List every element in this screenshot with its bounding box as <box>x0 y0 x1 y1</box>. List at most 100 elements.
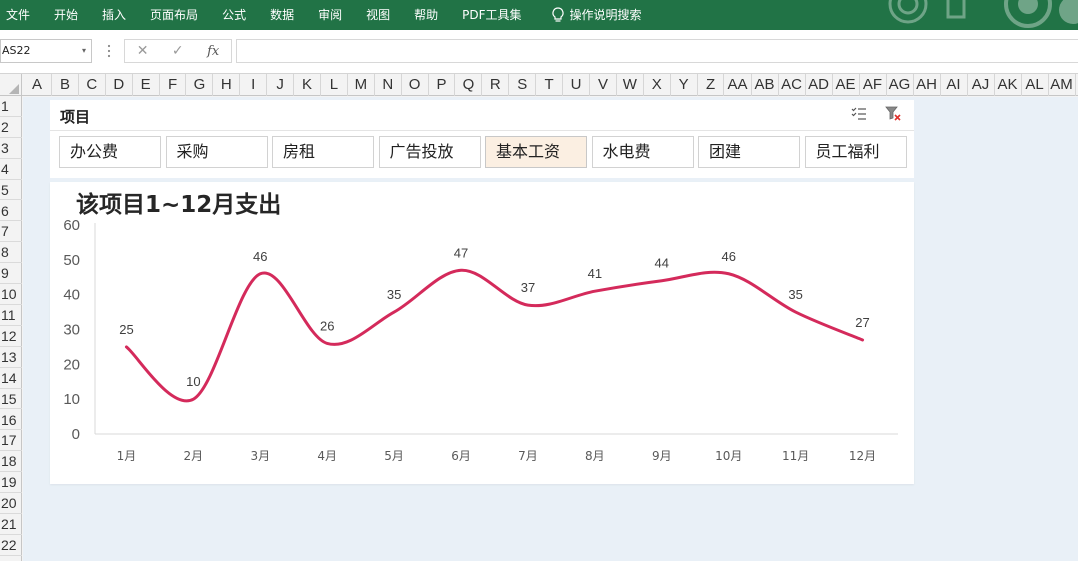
drag-handle-icon[interactable] <box>106 42 112 60</box>
row-header[interactable]: 11 <box>0 305 22 326</box>
column-header[interactable]: T <box>536 74 564 96</box>
select-all-button[interactable] <box>0 74 22 96</box>
data-label: 46 <box>253 249 267 264</box>
ribbon-tab[interactable]: 审阅 <box>306 0 354 30</box>
slicer-item[interactable]: 房租 <box>272 136 374 168</box>
ribbon-tab[interactable]: 文件 <box>0 0 42 30</box>
row-header[interactable]: 17 <box>0 430 22 452</box>
column-header[interactable]: H <box>213 74 241 96</box>
row-header[interactable]: 6 <box>0 201 22 222</box>
line-chart[interactable]: 该项目1~12月支出 0 10 20 30 40 50 60 1月 2月 3月 4月 5月 6月 7月 8月… <box>50 182 914 484</box>
data-label: 26 <box>320 318 334 333</box>
column-header[interactable]: Y <box>671 74 698 96</box>
column-header[interactable]: E <box>133 74 160 96</box>
column-header[interactable]: AF <box>860 74 887 96</box>
row-header[interactable]: 18 <box>0 451 22 473</box>
column-header[interactable]: AE <box>833 74 860 96</box>
slicer-item[interactable]: 水电费 <box>591 136 694 168</box>
tell-me-search[interactable]: 操作说明搜索 <box>540 0 654 30</box>
column-header[interactable]: AH <box>914 74 941 96</box>
column-header[interactable]: O <box>402 74 429 96</box>
column-header[interactable]: B <box>52 74 79 96</box>
x-tick-label: 12月 <box>849 449 876 463</box>
x-tick-label: 8月 <box>585 449 605 463</box>
column-header[interactable]: M <box>348 74 375 96</box>
column-header[interactable]: F <box>160 74 187 96</box>
ribbon-tab[interactable]: PDF工具集 <box>450 0 533 30</box>
column-header[interactable]: AI <box>941 74 968 96</box>
row-header[interactable]: 10 <box>0 284 22 305</box>
formula-input[interactable] <box>236 39 1078 63</box>
row-header[interactable]: 1 <box>0 96 22 117</box>
column-header[interactable]: AC <box>779 74 806 96</box>
y-tick-label: 40 <box>63 287 80 304</box>
row-header[interactable]: 2 <box>0 117 22 138</box>
row-header[interactable]: 20 <box>0 493 22 514</box>
row-header[interactable]: 21 <box>0 514 22 535</box>
formula-buttons: ✕ ✓ fx <box>124 39 232 63</box>
ribbon-tab[interactable]: 帮助 <box>402 0 450 30</box>
slicer-panel[interactable]: 项目 办公费 采购 房租 广告投放 基本工资 水电费 团建 员工福利 <box>50 100 914 178</box>
column-header[interactable]: X <box>644 74 671 96</box>
slicer-item[interactable]: 基本工资 <box>485 136 587 168</box>
column-header[interactable]: I <box>240 74 268 96</box>
row-header[interactable]: 13 <box>0 347 22 368</box>
ribbon-tab[interactable]: 插入 <box>90 0 138 30</box>
row-header[interactable]: 19 <box>0 472 22 494</box>
enter-icon[interactable]: ✓ <box>172 43 184 59</box>
column-header[interactable]: N <box>375 74 402 96</box>
column-header[interactable]: P <box>429 74 456 96</box>
column-header[interactable]: R <box>482 74 510 96</box>
column-header[interactable]: W <box>617 74 644 96</box>
column-header[interactable]: AG <box>887 74 914 96</box>
column-header[interactable]: D <box>106 74 133 96</box>
slicer-item[interactable]: 采购 <box>165 136 268 168</box>
row-header[interactable]: 22 <box>0 535 22 556</box>
row-header[interactable]: 16 <box>0 410 22 431</box>
column-header[interactable]: Z <box>698 74 725 96</box>
row-header[interactable]: 15 <box>0 389 22 410</box>
row-header[interactable]: 7 <box>0 221 22 243</box>
row-header[interactable]: 3 <box>0 138 22 159</box>
column-header[interactable]: C <box>79 74 106 96</box>
slicer-item[interactable]: 团建 <box>698 136 800 168</box>
row-header[interactable]: 9 <box>0 263 22 285</box>
row-header[interactable]: 14 <box>0 368 22 389</box>
column-header[interactable]: J <box>267 74 295 96</box>
ribbon-tab[interactable]: 视图 <box>354 0 402 30</box>
column-header[interactable]: V <box>590 74 617 96</box>
ribbon-tab[interactable]: 数据 <box>258 0 306 30</box>
multi-select-icon[interactable] <box>851 106 867 122</box>
slicer-item[interactable]: 员工福利 <box>804 136 907 168</box>
ribbon-tab[interactable]: 开始 <box>42 0 90 30</box>
column-header[interactable]: AJ <box>968 74 995 96</box>
row-header[interactable]: 8 <box>0 242 22 264</box>
column-header[interactable]: U <box>563 74 590 96</box>
column-header[interactable]: AA <box>725 74 752 96</box>
column-header[interactable]: Q <box>456 74 483 96</box>
column-header[interactable]: AD <box>806 74 833 96</box>
ribbon-tab[interactable]: 页面布局 <box>138 0 210 30</box>
column-header[interactable]: AM <box>1049 74 1076 96</box>
ribbon-tab[interactable]: 公式 <box>210 0 258 30</box>
column-header[interactable]: K <box>294 74 321 96</box>
column-header[interactable]: A <box>23 74 52 96</box>
row-header[interactable]: 4 <box>0 159 22 180</box>
data-label: 44 <box>655 256 669 271</box>
slicer-item[interactable]: 办公费 <box>59 136 161 168</box>
slicer-item[interactable]: 广告投放 <box>378 136 481 168</box>
cancel-icon[interactable]: ✕ <box>137 43 149 59</box>
data-label: 47 <box>454 245 468 260</box>
column-header[interactable]: L <box>321 74 348 96</box>
row-header[interactable]: 5 <box>0 180 22 201</box>
column-header[interactable]: G <box>187 74 214 96</box>
column-header[interactable]: AK <box>995 74 1022 96</box>
column-header[interactable]: AB <box>752 74 779 96</box>
column-header[interactable]: AL <box>1022 74 1049 96</box>
name-box[interactable]: AS22 ▾ <box>0 39 92 63</box>
insert-function-icon[interactable]: fx <box>207 44 219 59</box>
chevron-down-icon[interactable]: ▾ <box>82 40 86 62</box>
column-header[interactable]: S <box>509 74 537 96</box>
row-header[interactable]: 12 <box>0 326 22 347</box>
clear-filter-icon[interactable] <box>885 106 902 122</box>
